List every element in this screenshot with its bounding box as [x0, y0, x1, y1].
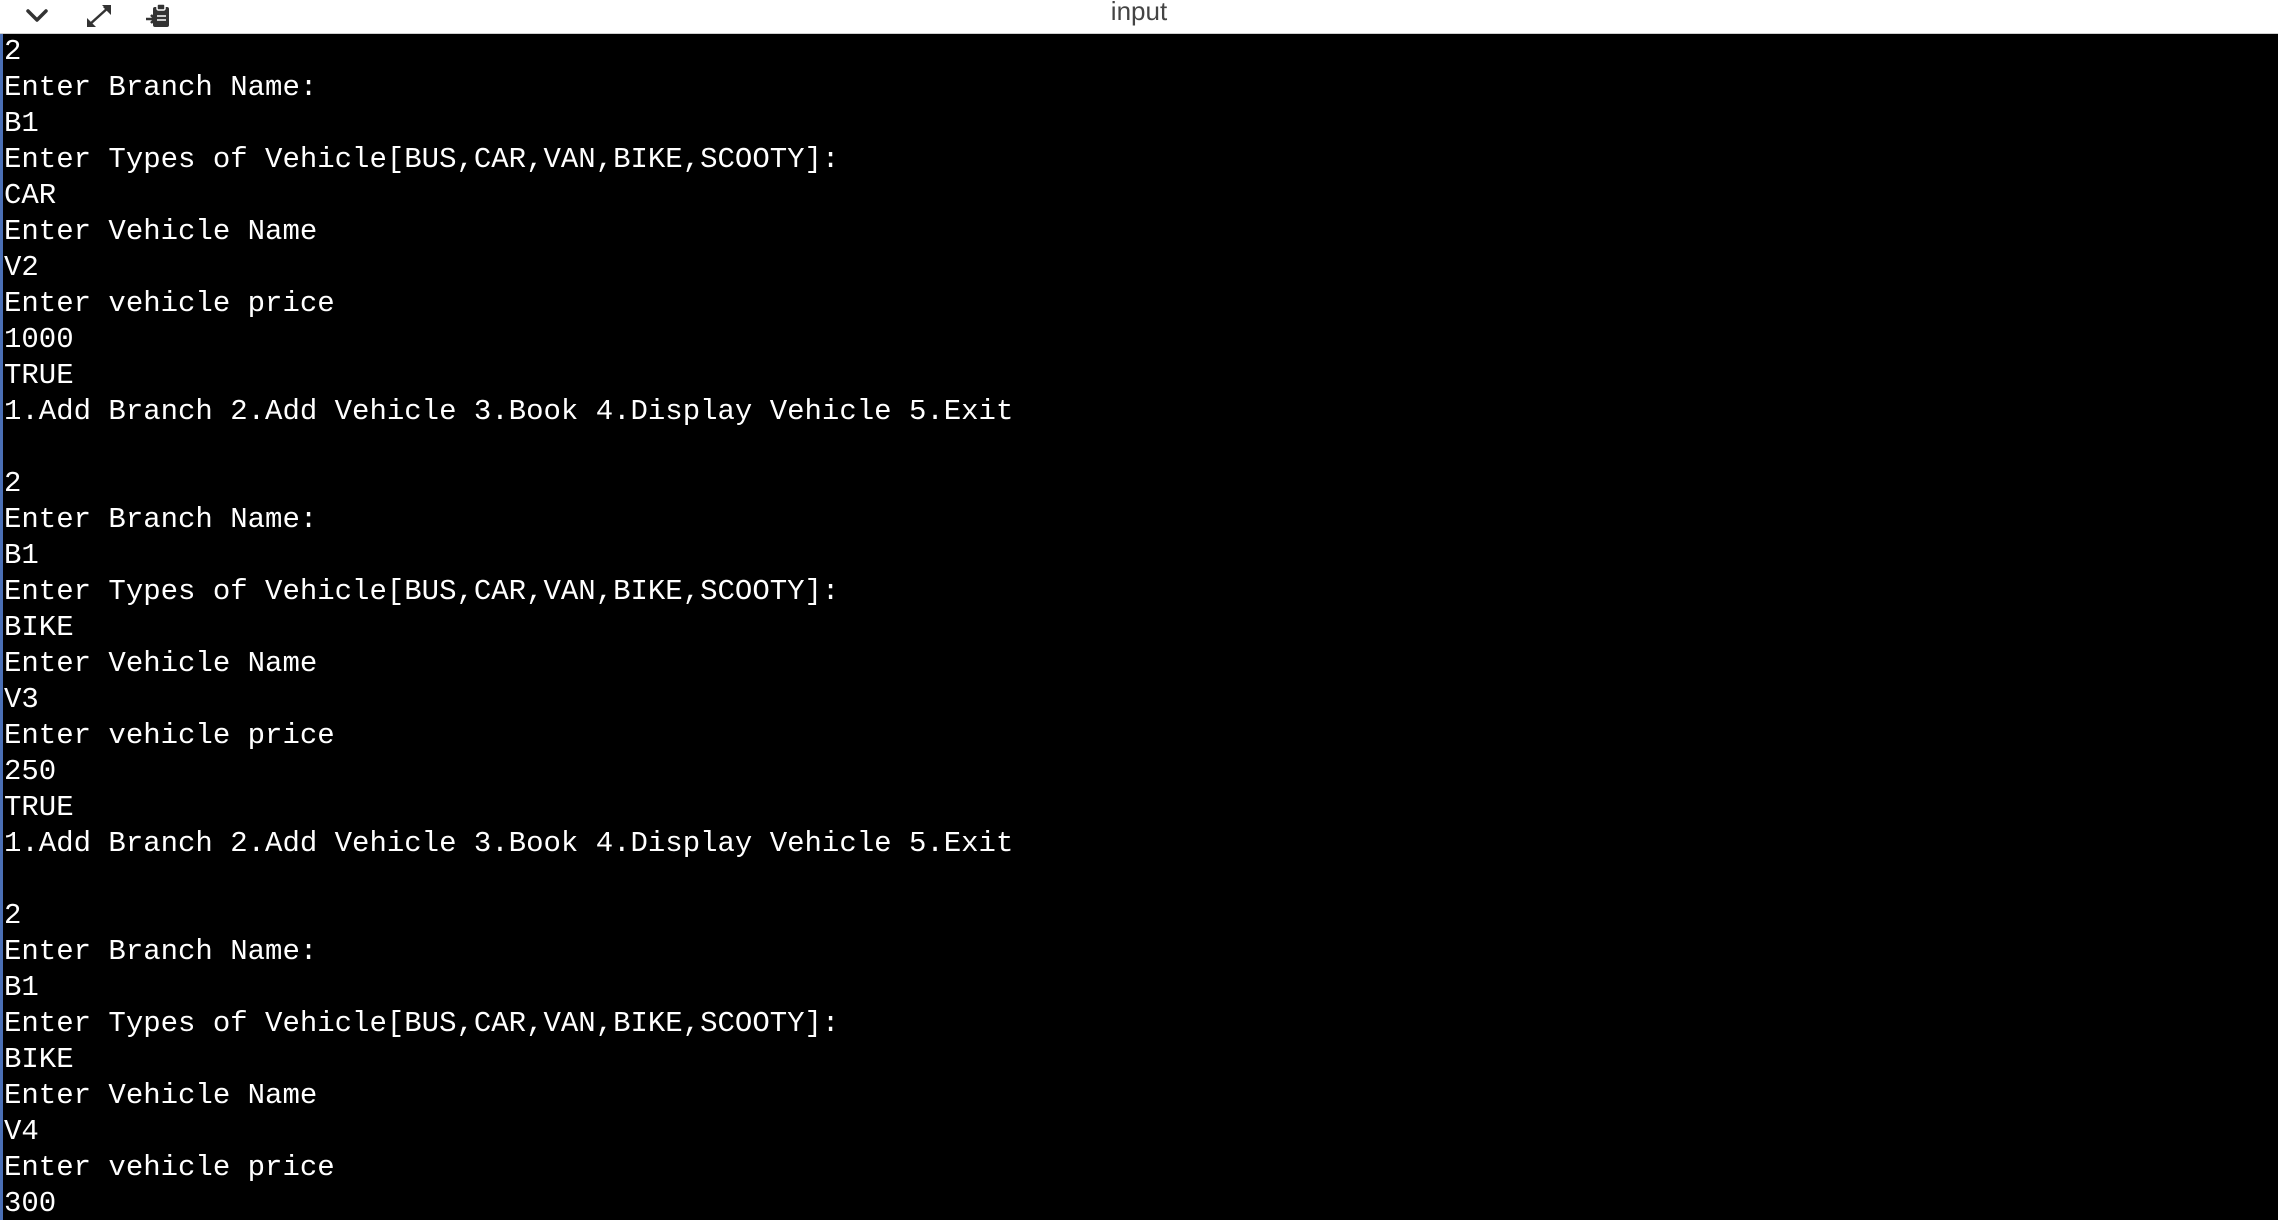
console-line: Enter vehicle price [4, 287, 335, 320]
console-line: Enter vehicle price [4, 1151, 335, 1184]
console-line: 300 [4, 1187, 57, 1220]
console-line: B1 [4, 971, 39, 1004]
console-line: CAR [4, 179, 57, 212]
console-line: Enter Types of Vehicle[BUS,CAR,VAN,BIKE,… [4, 1007, 840, 1040]
window-title: input [1110, 0, 1168, 26]
console-line: Enter Vehicle Name [4, 1079, 318, 1112]
console-line: B1 [4, 107, 39, 140]
console-line: V3 [4, 683, 39, 716]
console-line: 1.Add Branch 2.Add Vehicle 3.Book 4.Disp… [4, 395, 1014, 428]
console-line: TRUE [4, 359, 74, 392]
console-line: TRUE [4, 791, 74, 824]
console-line: V4 [4, 1115, 39, 1148]
console-line: Enter Vehicle Name [4, 215, 318, 248]
console-line: Enter Types of Vehicle[BUS,CAR,VAN,BIKE,… [4, 143, 840, 176]
console-line: Enter Branch Name: [4, 935, 318, 968]
console-output[interactable]: 2 Enter Branch Name: B1 Enter Types of Vehi… [4, 34, 2274, 1220]
console-line: 1000 [4, 323, 74, 356]
console-line: BIKE [4, 1043, 74, 1076]
console-line: 2 [4, 899, 22, 932]
console-line: Enter vehicle price [4, 719, 335, 752]
console-line: B1 [4, 539, 39, 572]
console-line: V2 [4, 251, 39, 284]
console-window: input 2 Enter Branch Name: B1 Enter Types o… [0, 0, 2278, 1220]
console-line: Enter Branch Name: [4, 71, 318, 104]
console-line: Enter Types of Vehicle[BUS,CAR,VAN,BIKE,… [4, 575, 840, 608]
left-edge-bar [0, 34, 3, 1220]
title-bar: input [0, 0, 2278, 34]
console-line: 1.Add Branch 2.Add Vehicle 3.Book 4.Disp… [4, 827, 1014, 860]
console-line: Enter Branch Name: [4, 503, 318, 536]
console-line: Enter Vehicle Name [4, 647, 318, 680]
console-line: 250 [4, 755, 57, 788]
console-line: 2 [4, 467, 22, 500]
console-line: 2 [4, 35, 22, 68]
console-line: BIKE [4, 611, 74, 644]
